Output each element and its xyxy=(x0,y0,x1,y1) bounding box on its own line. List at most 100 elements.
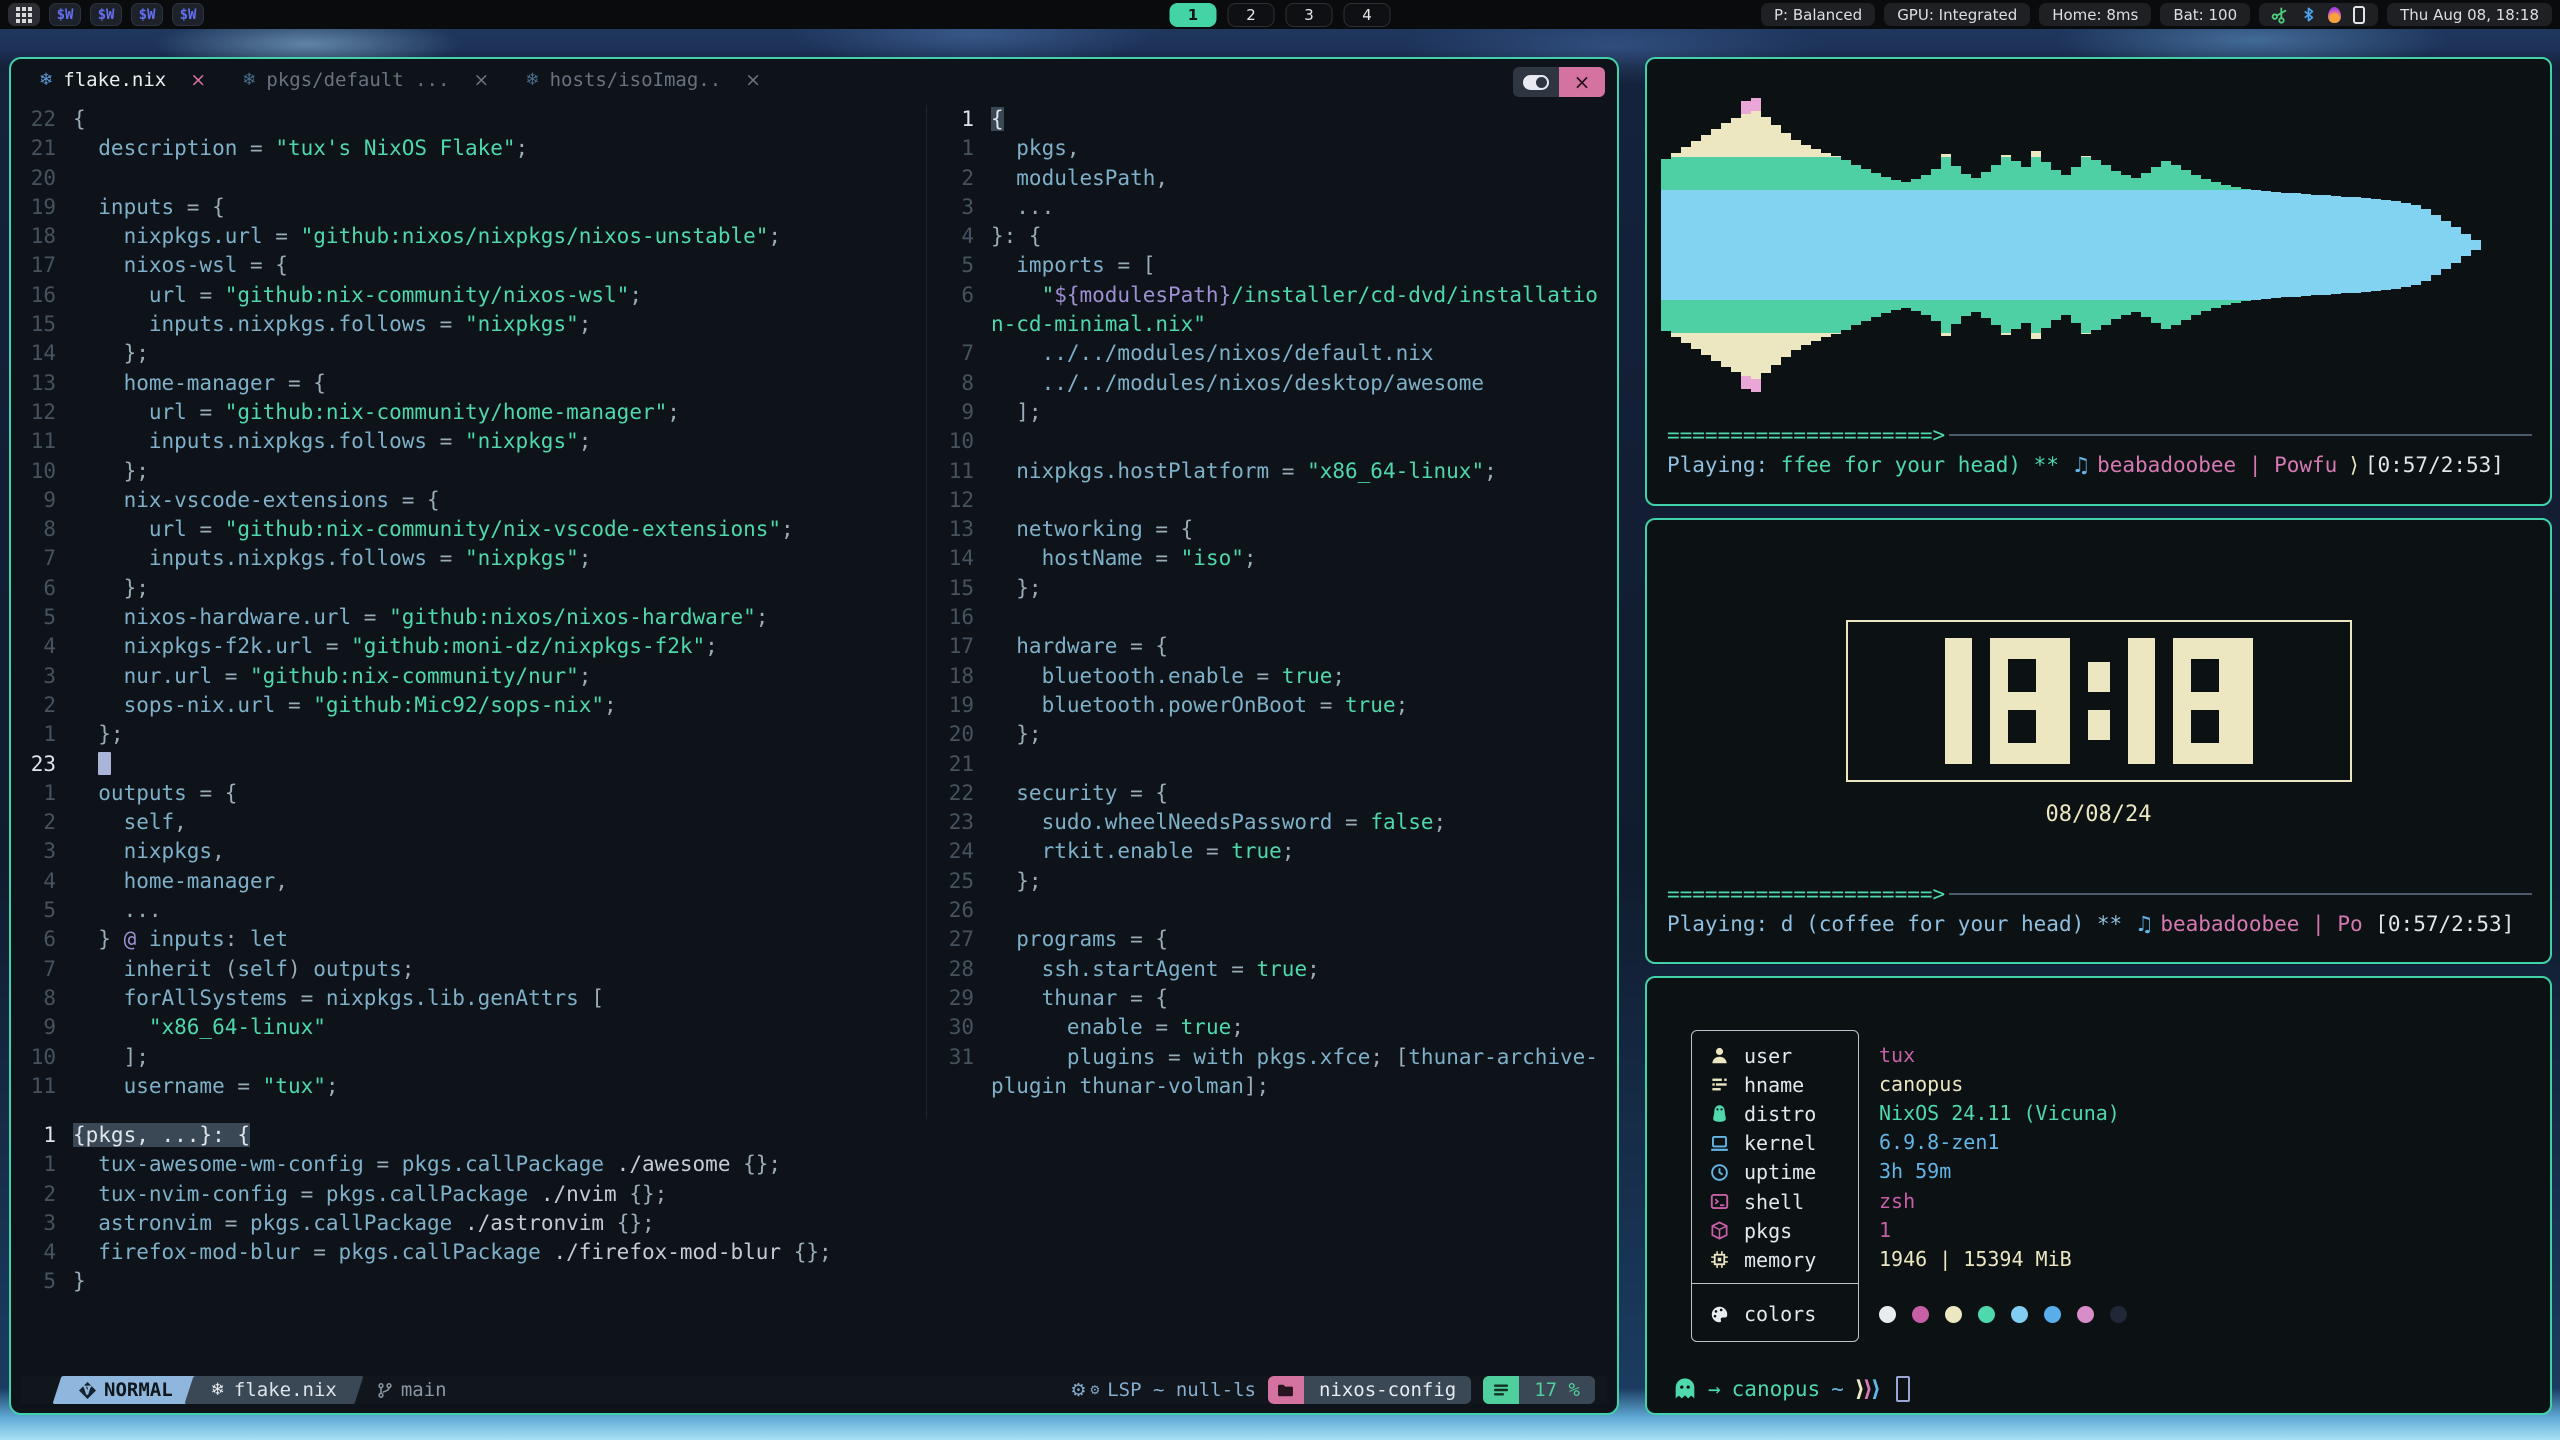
visualizer-column xyxy=(1941,95,1951,395)
visualizer-column xyxy=(2231,95,2241,395)
visualizer-column xyxy=(2361,95,2371,395)
visualizer-column xyxy=(1971,95,1981,395)
code-text: plugin thunar-volman]; xyxy=(991,1072,1269,1101)
code-text: inputs.nixpkgs.follows = "nixpkgs"; xyxy=(73,310,591,339)
clock-icon xyxy=(1710,1163,1729,1182)
tag-3[interactable]: 3 xyxy=(1286,3,1333,27)
visualizer-column xyxy=(2401,95,2411,395)
code-text: networking = { xyxy=(991,515,1193,544)
code-line: 6 } @ inputs: let xyxy=(25,925,909,954)
tab-close-icon[interactable]: × xyxy=(473,69,489,91)
visualizer-column xyxy=(2051,95,2061,395)
code-text: ]; xyxy=(991,398,1042,427)
code-line: 29 thunar = { xyxy=(943,984,1605,1013)
code-line: 15 }; xyxy=(943,574,1605,603)
code-line: 1 tux-awesome-wm-config = pkgs.callPacka… xyxy=(25,1150,1603,1179)
flame-icon[interactable] xyxy=(2328,7,2341,23)
tab-flake-nix[interactable]: ❄flake.nix× xyxy=(39,69,206,91)
code-text: programs = { xyxy=(991,925,1168,954)
workspace-button[interactable]: $W xyxy=(90,3,122,26)
code-line: 16 xyxy=(943,603,1605,632)
workspace-button[interactable]: $W xyxy=(49,3,81,26)
clock-digit-1 xyxy=(1945,638,1972,764)
editor-pane-iso[interactable]: 1{1 pkgs,2 modulesPath,3 ...4}: {5 impor… xyxy=(926,105,1605,1119)
line-number: 3 xyxy=(25,1209,73,1238)
visualizer-column xyxy=(1851,95,1861,395)
code-text: bluetooth.enable = true; xyxy=(991,662,1345,691)
line-number: 5 xyxy=(943,251,991,280)
progress-track: =====================> xyxy=(1667,423,1945,447)
visualizer-column xyxy=(1801,95,1811,395)
fetch-row-hname: hname xyxy=(1692,1070,1858,1099)
code-text: sops-nix.url = "github:Mic92/sops-nix"; xyxy=(73,691,617,720)
fetch-label: distro xyxy=(1744,1102,1816,1126)
code-line: 7 inputs.nixpkgs.follows = "nixpkgs"; xyxy=(25,544,909,573)
visualizer-column xyxy=(1901,95,1911,395)
code-line: 20 }; xyxy=(943,720,1605,749)
tag-1[interactable]: 1 xyxy=(1170,3,1217,27)
fetch-value-hname: canopus xyxy=(1879,1069,2120,1098)
tab-label: pkgs/default ... xyxy=(266,69,449,91)
app-launcher-button[interactable] xyxy=(8,3,40,26)
code-text: outputs = { xyxy=(73,779,237,808)
fetch-value-user: tux xyxy=(1879,1040,2120,1069)
code-text: inherit (self) outputs; xyxy=(73,955,414,984)
list-icon xyxy=(1710,1075,1729,1094)
tab-close-icon[interactable]: × xyxy=(745,69,761,91)
line-number: 10 xyxy=(25,457,73,486)
code-text: bluetooth.powerOnBoot = true; xyxy=(991,691,1408,720)
tag-4[interactable]: 4 xyxy=(1344,3,1391,27)
nix-flake-icon: ❄ xyxy=(211,1380,225,1400)
line-number: 22 xyxy=(25,105,73,134)
visualizer-column xyxy=(2011,95,2021,395)
tab-pkgs-default-[interactable]: ❄pkgs/default ...× xyxy=(242,69,489,91)
line-number: 22 xyxy=(943,779,991,808)
phone-icon[interactable] xyxy=(2353,6,2365,24)
code-text: {pkgs, ...}: { xyxy=(73,1121,250,1150)
code-text: tux-nvim-config = pkgs.callPackage ./nvi… xyxy=(73,1180,667,1209)
package-icon xyxy=(1710,1221,1729,1240)
visualizer-column xyxy=(1711,95,1721,395)
code-line: 1 }; xyxy=(25,720,909,749)
line-number: 19 xyxy=(25,193,73,222)
code-line: 6 }; xyxy=(25,574,909,603)
editor-pane-pkgs-default[interactable]: 1{pkgs, ...}: {1 tux-awesome-wm-config =… xyxy=(25,1121,1603,1307)
workspace-button[interactable]: $W xyxy=(131,3,163,26)
shell-prompt[interactable]: → canopus ~ ⟩⟩⟩ xyxy=(1673,1376,1910,1402)
code-line: 4}: { xyxy=(943,222,1605,251)
tab-close-icon[interactable]: × xyxy=(190,69,206,91)
tab-label: hosts/isoImag.. xyxy=(550,69,722,91)
line-number: 6 xyxy=(25,574,73,603)
line-number: 1 xyxy=(943,105,991,134)
code-text: rtkit.enable = true; xyxy=(991,837,1294,866)
window-close-button[interactable]: × xyxy=(1559,67,1605,97)
color-dot xyxy=(2110,1306,2127,1323)
music-note-icon: ♫ xyxy=(2072,453,2098,477)
file-segment: ❄ flake.nix xyxy=(189,1376,359,1404)
code-text: hostName = "iso"; xyxy=(991,544,1257,573)
code-line: 5 imports = [ xyxy=(943,251,1605,280)
scissors-icon[interactable] xyxy=(2269,3,2292,26)
tab-hosts-isoImag-[interactable]: ❄hosts/isoImag..× xyxy=(525,69,761,91)
code-text: nixpkgs.hostPlatform = "x86_64-linux"; xyxy=(991,457,1497,486)
code-text: security = { xyxy=(991,779,1168,808)
fetch-row-memory: memory xyxy=(1692,1245,1858,1274)
visualizer-column xyxy=(1721,95,1731,395)
editor-pane-flake[interactable]: 22{21 description = "tux's NixOS Flake";… xyxy=(25,105,909,1119)
code-text: url = "github:nix-community/nixos-wsl"; xyxy=(73,281,642,310)
code-line: 2 self, xyxy=(25,808,909,837)
line-number: 1 xyxy=(25,1150,73,1179)
bluetooth-icon[interactable] xyxy=(2301,6,2316,23)
code-text: ssh.startAgent = true; xyxy=(991,955,1320,984)
line-number: 21 xyxy=(25,134,73,163)
line-number: 18 xyxy=(943,662,991,691)
workspace-button[interactable]: $W xyxy=(172,3,204,26)
visualizer-column xyxy=(2021,95,2031,395)
tag-2[interactable]: 2 xyxy=(1228,3,1275,27)
line-number: 2 xyxy=(25,691,73,720)
code-text: home-manager, xyxy=(73,867,288,896)
visualizer-column xyxy=(2251,95,2261,395)
code-line: 3 ... xyxy=(943,193,1605,222)
progress-rule xyxy=(1949,893,2532,895)
titlebar-toggle-button[interactable] xyxy=(1513,67,1559,97)
